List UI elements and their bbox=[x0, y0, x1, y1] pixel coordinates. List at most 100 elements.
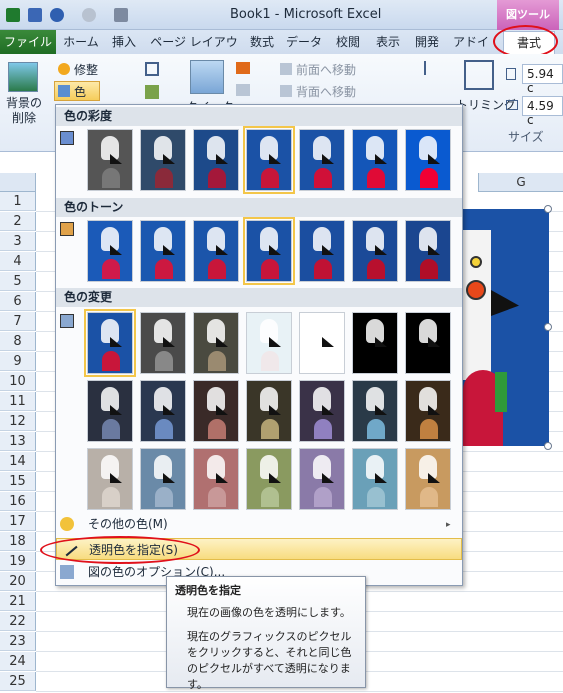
color-thumbnail[interactable] bbox=[352, 312, 398, 374]
color-thumbnail[interactable] bbox=[246, 448, 292, 510]
thumbnail-body bbox=[261, 419, 279, 439]
picture-white-head bbox=[463, 230, 491, 380]
color-thumbnail[interactable] bbox=[193, 380, 239, 442]
row-header[interactable]: 24 bbox=[0, 652, 36, 671]
color-thumbnail[interactable] bbox=[140, 129, 186, 191]
corrections-button[interactable]: 修整 bbox=[74, 61, 98, 78]
save-icon[interactable] bbox=[28, 8, 42, 22]
send-backward-button[interactable]: 背面へ移動 bbox=[296, 83, 356, 100]
row-header[interactable]: 23 bbox=[0, 632, 36, 651]
thumbnail-body bbox=[155, 168, 173, 188]
color-thumbnail[interactable] bbox=[193, 448, 239, 510]
color-thumbnail[interactable] bbox=[243, 126, 295, 194]
color-thumbnail[interactable] bbox=[87, 448, 133, 510]
color-thumbnail[interactable] bbox=[299, 220, 345, 282]
bring-forward-button[interactable]: 前面へ移動 bbox=[296, 61, 356, 78]
undo-icon[interactable] bbox=[50, 8, 64, 22]
color-thumbnail[interactable] bbox=[140, 312, 186, 374]
color-thumbnail[interactable] bbox=[352, 448, 398, 510]
color-thumbnail[interactable] bbox=[87, 220, 133, 282]
row-header[interactable]: 4 bbox=[0, 252, 36, 271]
height-input[interactable]: 5.94 c bbox=[522, 64, 563, 95]
thumbnail-body bbox=[102, 168, 120, 188]
color-thumbnail[interactable] bbox=[299, 448, 345, 510]
row-header[interactable]: 15 bbox=[0, 472, 36, 491]
row-header[interactable]: 10 bbox=[0, 372, 36, 391]
tab-insert[interactable]: 挿入 bbox=[108, 30, 140, 54]
tab-formulas[interactable]: 数式 bbox=[245, 30, 279, 54]
row-header[interactable]: 18 bbox=[0, 532, 36, 551]
highlight-circle-transparent bbox=[40, 536, 200, 564]
more-colors-item[interactable]: その他の色(M) bbox=[56, 513, 462, 535]
color-thumbnail[interactable] bbox=[140, 448, 186, 510]
row-header[interactable]: 13 bbox=[0, 432, 36, 451]
change-picture-icon[interactable] bbox=[145, 85, 159, 99]
row-header[interactable]: 1 bbox=[0, 192, 36, 211]
color-thumbnail[interactable] bbox=[140, 380, 186, 442]
tab-review[interactable]: 校閲 bbox=[331, 30, 365, 54]
color-thumbnail[interactable] bbox=[405, 220, 451, 282]
color-thumbnail[interactable] bbox=[84, 309, 136, 377]
tab-view[interactable]: 表示 bbox=[371, 30, 405, 54]
row-header[interactable]: 16 bbox=[0, 492, 36, 511]
row-header[interactable]: 9 bbox=[0, 352, 36, 371]
color-thumbnail[interactable] bbox=[193, 129, 239, 191]
row-header[interactable]: 6 bbox=[0, 292, 36, 311]
tab-page-layout[interactable]: ページ レイアウト bbox=[148, 30, 240, 73]
color-thumbnail[interactable] bbox=[405, 312, 451, 374]
row-header[interactable]: 5 bbox=[0, 272, 36, 291]
row-header[interactable]: 25 bbox=[0, 672, 36, 691]
picture-border-icon[interactable] bbox=[236, 62, 250, 74]
tab-addins[interactable]: アドイン bbox=[450, 30, 492, 73]
select-all-corner[interactable] bbox=[0, 173, 36, 192]
color-thumbnail[interactable] bbox=[246, 312, 292, 374]
picture-effects-icon[interactable] bbox=[236, 84, 250, 96]
color-thumbnail[interactable] bbox=[193, 312, 239, 374]
resize-handle-tr[interactable] bbox=[544, 205, 552, 213]
row-header[interactable]: 14 bbox=[0, 452, 36, 471]
resize-handle-r[interactable] bbox=[544, 323, 552, 331]
color-thumbnail[interactable] bbox=[405, 129, 451, 191]
row-header[interactable]: 20 bbox=[0, 572, 36, 591]
thumbnail-body bbox=[420, 259, 438, 279]
excel-app-icon[interactable] bbox=[6, 8, 20, 22]
color-thumbnail[interactable] bbox=[243, 217, 295, 285]
row-header[interactable]: 8 bbox=[0, 332, 36, 351]
color-thumbnail[interactable] bbox=[246, 380, 292, 442]
color-thumbnail[interactable] bbox=[299, 129, 345, 191]
remove-background-button[interactable]: 背景の 削除 bbox=[4, 96, 44, 126]
row-header[interactable]: 19 bbox=[0, 552, 36, 571]
width-input[interactable]: 4.59 c bbox=[522, 96, 563, 127]
color-thumbnail[interactable] bbox=[87, 129, 133, 191]
print-preview-icon[interactable] bbox=[114, 8, 128, 22]
row-header[interactable]: 2 bbox=[0, 212, 36, 231]
row-header[interactable]: 22 bbox=[0, 612, 36, 631]
tone-header: 色のトーン bbox=[56, 198, 462, 217]
row-header[interactable]: 21 bbox=[0, 592, 36, 611]
align-icon[interactable] bbox=[424, 61, 436, 75]
row-header[interactable]: 17 bbox=[0, 512, 36, 531]
color-thumbnail[interactable] bbox=[140, 220, 186, 282]
row-header[interactable]: 12 bbox=[0, 412, 36, 431]
row-header[interactable]: 7 bbox=[0, 312, 36, 331]
color-thumbnail[interactable] bbox=[299, 380, 345, 442]
color-thumbnail[interactable] bbox=[352, 129, 398, 191]
row-header[interactable]: 11 bbox=[0, 392, 36, 411]
redo-icon[interactable] bbox=[82, 8, 96, 22]
tab-data[interactable]: データ bbox=[285, 30, 323, 54]
color-thumbnail[interactable] bbox=[405, 448, 451, 510]
column-header-g[interactable]: G bbox=[478, 173, 563, 192]
color-thumbnail[interactable] bbox=[87, 380, 133, 442]
tab-home[interactable]: ホーム bbox=[62, 30, 100, 54]
color-thumbnail[interactable] bbox=[299, 312, 345, 374]
tab-file[interactable]: ファイル bbox=[0, 30, 56, 54]
color-thumbnail[interactable] bbox=[352, 220, 398, 282]
compress-pictures-icon[interactable] bbox=[145, 62, 159, 76]
tab-developer[interactable]: 開発 bbox=[410, 30, 444, 54]
color-thumbnail[interactable] bbox=[352, 380, 398, 442]
color-thumbnail[interactable] bbox=[193, 220, 239, 282]
resize-handle-br[interactable] bbox=[544, 442, 552, 450]
color-thumbnail[interactable] bbox=[405, 380, 451, 442]
row-header[interactable]: 3 bbox=[0, 232, 36, 251]
thumbnail-body bbox=[261, 351, 279, 371]
